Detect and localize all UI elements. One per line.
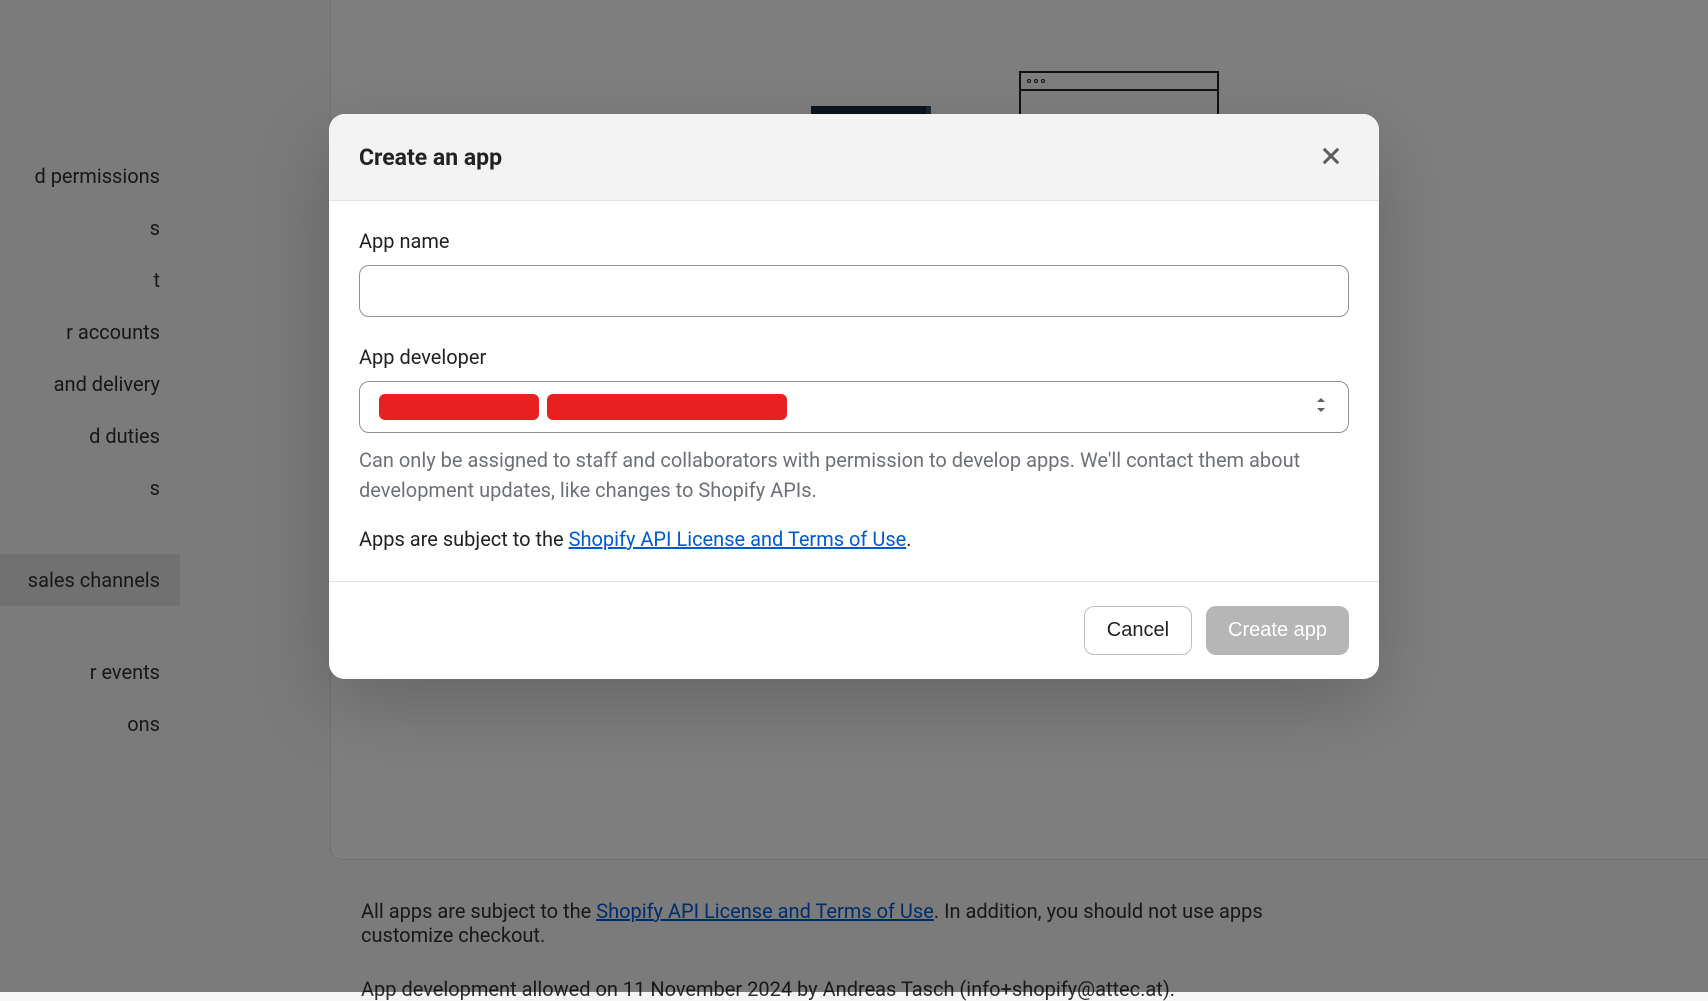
cancel-button[interactable]: Cancel (1084, 606, 1192, 655)
app-name-label: App name (359, 229, 1349, 253)
modal-title: Create an app (359, 144, 502, 171)
close-button[interactable] (1313, 139, 1349, 175)
create-app-modal: Create an app App name App developer (329, 114, 1379, 679)
modal-footer: Cancel Create app (329, 581, 1379, 679)
api-terms-link[interactable]: Shopify API License and Terms of Use (569, 527, 907, 551)
close-icon (1319, 144, 1343, 171)
app-name-input[interactable] (359, 265, 1349, 317)
modal-header: Create an app (329, 114, 1379, 201)
redacted-content (379, 394, 787, 420)
modal-overlay: Create an app App name App developer (0, 0, 1708, 992)
create-app-button[interactable]: Create app (1206, 606, 1349, 655)
app-developer-label: App developer (359, 345, 1349, 369)
terms-text: Apps are subject to the Shopify API Lice… (359, 527, 1349, 551)
developer-helper-text: Can only be assigned to staff and collab… (359, 445, 1349, 505)
